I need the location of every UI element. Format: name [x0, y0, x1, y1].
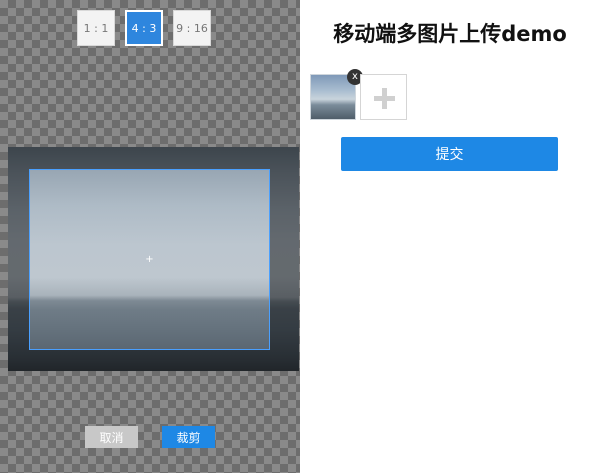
cancel-button[interactable]: 取消: [85, 426, 138, 448]
upload-page: 移动端多图片上传demo x 提交: [300, 0, 600, 473]
ratio-4-3-button[interactable]: 4 : 3: [125, 10, 163, 46]
ratio-9-16-button[interactable]: 9 : 16: [173, 10, 211, 46]
image-cropper-panel: 1 : 1 4 : 3 9 : 16 + 取消 裁剪: [0, 0, 300, 473]
crop-button[interactable]: 裁剪: [162, 426, 215, 448]
crop-selection-box[interactable]: +: [29, 169, 270, 350]
uploaded-image-thumbnail[interactable]: x: [310, 69, 363, 120]
page-title: 移动端多图片上传demo: [333, 22, 567, 46]
uploaded-image-list: x: [310, 69, 407, 120]
cropper-actions: 取消 裁剪: [85, 426, 215, 448]
plus-icon-vertical: [382, 88, 387, 109]
add-image-button[interactable]: [360, 74, 407, 120]
submit-button[interactable]: 提交: [341, 137, 558, 171]
ratio-1-1-button[interactable]: 1 : 1: [77, 10, 115, 46]
aspect-ratio-selector: 1 : 1 4 : 3 9 : 16: [77, 10, 211, 46]
crop-center-marker: +: [145, 253, 154, 265]
